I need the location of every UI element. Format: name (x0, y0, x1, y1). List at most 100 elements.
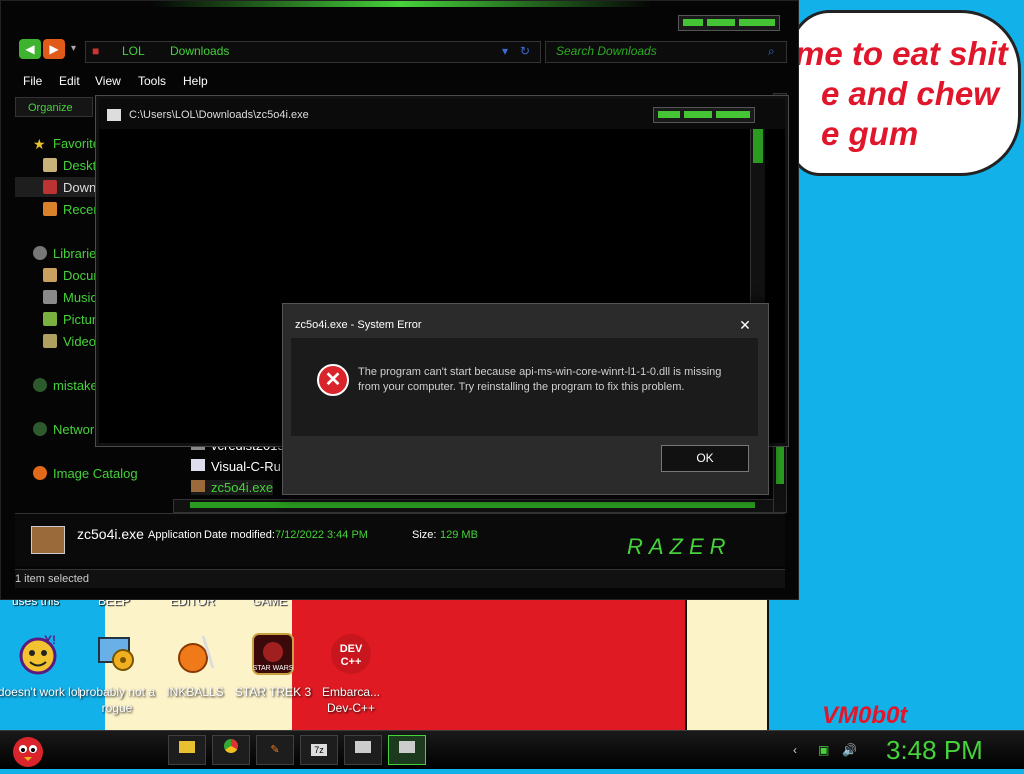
taskbar-console[interactable] (388, 735, 426, 765)
homegroup-icon (33, 378, 47, 392)
razer-logo: RAZER (627, 534, 732, 559)
details-file-name: zc5o4i.exe (77, 526, 144, 542)
network-icon (33, 422, 47, 436)
wallpaper-cream-right (685, 592, 769, 732)
taskbar-paint[interactable]: ✎ (256, 735, 294, 765)
window-icon (355, 741, 371, 753)
tray-volume-icon[interactable]: 🔊 (842, 743, 857, 757)
libraries-icon (33, 246, 47, 260)
details-date-label: Date modified: (204, 529, 275, 541)
file-row-zc5o4i[interactable]: zc5o4i.exe (191, 480, 274, 495)
dialog-title: zc5o4i.exe - System Error (295, 319, 422, 331)
organize-button[interactable]: Organize (15, 97, 93, 117)
menu-edit[interactable]: Edit (59, 74, 80, 88)
ok-button[interactable]: OK (661, 445, 749, 472)
yahoo-messenger-icon: Y! (16, 632, 60, 676)
console-icon (399, 741, 415, 753)
back-button[interactable]: ◀ (19, 39, 41, 59)
search-input[interactable]: Search Downloads ⌕ (545, 41, 787, 63)
watermark: VM0b0t (822, 702, 908, 729)
bubble-line-2: e and chew (821, 75, 999, 112)
svg-text:DEV: DEV (340, 643, 363, 655)
file-name: Visual-C-Ru (211, 459, 281, 474)
paint-icon: ✎ (270, 744, 280, 756)
chrome-icon (224, 739, 238, 753)
desktop-icon-label: INKBALLS (166, 685, 224, 699)
archive-file-icon (191, 459, 205, 471)
nav-image-catalog[interactable]: Image Catalog (53, 466, 138, 481)
address-bar[interactable]: ■ LOL Downloads ▾ ↻ (85, 41, 541, 63)
console-titlebar[interactable]: C:\Users\LOL\Downloads\zc5o4i.exe (99, 99, 785, 129)
taskbar-explorer[interactable] (168, 735, 206, 765)
minimize-button[interactable] (683, 19, 703, 26)
menu-help[interactable]: Help (183, 74, 208, 88)
dialog-message: The program can't start because api-ms-w… (358, 366, 722, 393)
close-button[interactable] (739, 19, 775, 26)
desktop-icon-label: Embarca... Dev-C++ (321, 685, 381, 715)
exe-file-icon (191, 480, 205, 492)
details-file-type: Application (148, 529, 202, 541)
console-window-controls[interactable] (653, 107, 755, 123)
svg-text:C++: C++ (341, 656, 362, 668)
nav-music[interactable]: Music (63, 290, 97, 305)
forward-button[interactable]: ▶ (43, 39, 65, 59)
dialog-body: ✕ The program can't start because api-ms… (291, 338, 758, 436)
bubble-line-1: me to eat shit (795, 35, 1008, 72)
refresh-icon[interactable]: ↻ (520, 44, 530, 58)
search-placeholder: Search Downloads (556, 44, 657, 58)
maximize-button[interactable] (707, 19, 735, 26)
svg-text:Y!: Y! (44, 633, 56, 647)
menu-view[interactable]: View (95, 74, 121, 88)
menu-tools[interactable]: Tools (138, 74, 166, 88)
installer-icon (95, 632, 139, 676)
explorer-icon (179, 741, 195, 753)
console-icon (107, 109, 121, 121)
videos-icon (43, 334, 57, 348)
desktop-icon (43, 158, 57, 172)
exe-file-icon (31, 526, 65, 554)
close-icon[interactable]: ✕ (736, 316, 754, 334)
clock[interactable]: 3:48 PM (886, 735, 983, 766)
scrollbar-thumb[interactable] (190, 502, 755, 508)
dropdown-icon[interactable]: ▾ (502, 44, 508, 58)
7zip-icon: 7z (311, 744, 327, 756)
nav-network[interactable]: Network (53, 422, 101, 437)
window-controls[interactable] (678, 15, 780, 31)
taskbar-window[interactable] (344, 735, 382, 765)
scrollbar-thumb[interactable] (753, 129, 763, 163)
taskbar-7zip[interactable]: 7z (300, 735, 338, 765)
search-icon[interactable]: ⌕ (768, 44, 775, 59)
file-name: zc5o4i.exe (211, 480, 274, 495)
desktop-icon-label: STAR TREK 3 (234, 685, 312, 699)
chevron-down-icon[interactable]: ▾ (71, 43, 76, 54)
close-button[interactable] (716, 111, 750, 118)
breadcrumb-lol[interactable]: LOL (122, 44, 145, 58)
speech-bubble: me to eat shit e and chew e gum (790, 10, 1021, 176)
details-date-value: 7/12/2022 3:44 PM (275, 529, 368, 541)
recent-icon (43, 202, 57, 216)
tray-chevron-icon[interactable]: ‹ (793, 743, 797, 757)
details-pane: zc5o4i.exe Application Date modified: 7/… (15, 513, 785, 566)
angry-bird-start-icon[interactable] (8, 731, 48, 769)
folder-icon: ■ (92, 44, 100, 58)
file-row-visual-c[interactable]: Visual-C-Ru (191, 459, 281, 474)
desktop-icon-label: doesn't work lol (0, 685, 81, 699)
tray-monitor-icon[interactable]: ▣ (818, 743, 829, 757)
maximize-button[interactable] (684, 111, 712, 118)
error-icon: ✕ (317, 364, 349, 396)
star-icon: ★ (33, 136, 46, 152)
menu-file[interactable]: File (23, 74, 42, 88)
music-icon (43, 290, 57, 304)
catalog-icon (33, 466, 47, 480)
error-dialog[interactable]: zc5o4i.exe - System Error ✕ ✕ The progra… (282, 303, 769, 495)
status-bar: 1 item selected (15, 569, 785, 588)
console-title: C:\Users\LOL\Downloads\zc5o4i.exe (129, 109, 309, 121)
documents-icon (43, 268, 57, 282)
horizontal-scrollbar[interactable] (173, 499, 775, 513)
taskbar-chrome[interactable] (212, 735, 250, 765)
window-glow (151, 1, 651, 7)
svg-text:STAR WARS: STAR WARS (253, 665, 294, 672)
minimize-button[interactable] (658, 111, 680, 118)
taskbar: ✎ 7z ‹ ▣ 🔊 3:48 PM (0, 730, 1024, 769)
breadcrumb-downloads[interactable]: Downloads (170, 44, 229, 58)
